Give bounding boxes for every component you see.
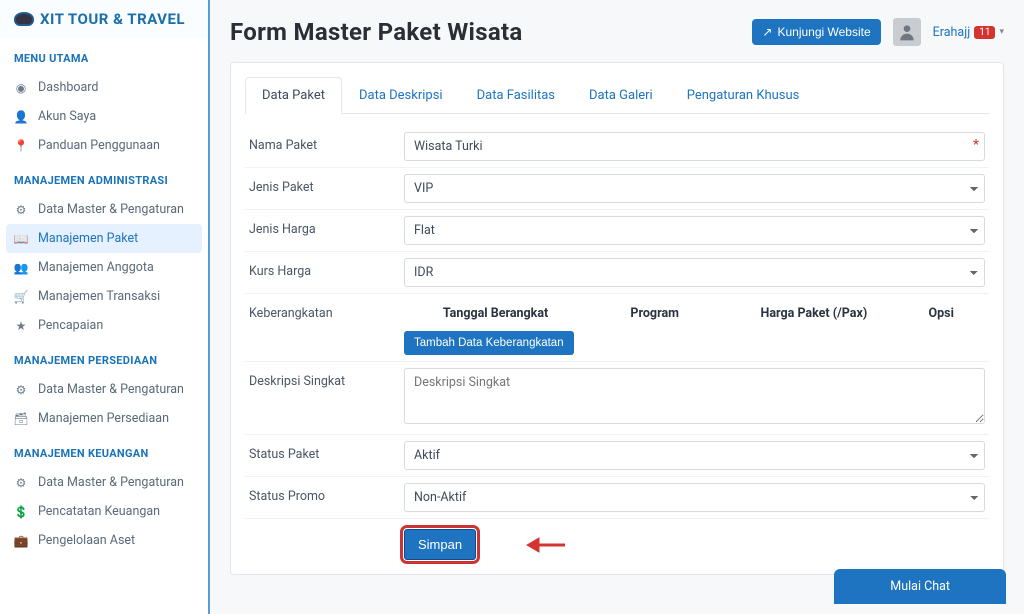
menu-icon: 📍 bbox=[14, 139, 28, 153]
menu-icon: 👥 bbox=[14, 261, 28, 275]
tabs: Data PaketData DeskripsiData FasilitasDa… bbox=[245, 77, 989, 114]
menu-label: Pencapaian bbox=[38, 318, 103, 333]
menu-icon: 💲 bbox=[14, 505, 28, 519]
tab[interactable]: Data Fasilitas bbox=[460, 77, 572, 114]
menu-label: Akun Saya bbox=[38, 109, 96, 124]
status-promo-select[interactable]: Non-Aktif bbox=[404, 483, 985, 512]
sidebar-item[interactable]: 👤 Akun Saya bbox=[0, 102, 208, 131]
menu-icon: 💼 bbox=[14, 534, 28, 548]
form-card: Data PaketData DeskripsiData FasilitasDa… bbox=[230, 62, 1004, 575]
menu-label: Data Master & Pengaturan bbox=[38, 202, 184, 217]
main-content: Form Master Paket Wisata ↗ Kunjungi Webs… bbox=[210, 0, 1024, 614]
page-title: Form Master Paket Wisata bbox=[230, 18, 523, 46]
visit-website-button[interactable]: ↗ Kunjungi Website bbox=[752, 19, 880, 45]
menu-icon: 👤 bbox=[14, 110, 28, 124]
menu-label: Dashboard bbox=[38, 80, 98, 95]
menu-section-title: MANAJEMEN ADMINISTRASI bbox=[0, 160, 208, 195]
sidebar: XIT TOUR & TRAVEL MENU UTAMA ◉ Dashboard 👤 A… bbox=[0, 0, 210, 614]
menu-label: Data Master & Pengaturan bbox=[38, 475, 184, 490]
menu-icon: ⚙ bbox=[14, 383, 28, 397]
menu-label: Pencatatan Keuangan bbox=[38, 504, 160, 519]
jenis-harga-select[interactable]: Flat bbox=[404, 216, 985, 245]
menu-icon: 📖 bbox=[14, 232, 28, 246]
deskripsi-textarea[interactable] bbox=[404, 368, 985, 424]
sidebar-item[interactable]: ◉ Dashboard bbox=[0, 73, 208, 102]
kurs-label: Kurs Harga bbox=[249, 258, 404, 279]
menu-label: Manajemen Paket bbox=[38, 231, 138, 246]
menu-section-title: MANAJEMEN KEUANGAN bbox=[0, 433, 208, 468]
sidebar-item[interactable]: 💼 Pengelolaan Aset bbox=[0, 526, 208, 555]
menu-label: Pengelolaan Aset bbox=[38, 533, 135, 548]
jenis-paket-label: Jenis Paket bbox=[249, 174, 404, 195]
jenis-paket-select[interactable]: VIP bbox=[404, 174, 985, 203]
status-promo-label: Status Promo bbox=[249, 483, 404, 504]
user-icon bbox=[897, 22, 917, 42]
tab[interactable]: Pengaturan Khusus bbox=[670, 77, 817, 114]
status-paket-label: Status Paket bbox=[249, 441, 404, 462]
menu-icon: ◉ bbox=[14, 81, 28, 95]
brand-icon bbox=[14, 12, 34, 26]
nama-paket-label: Nama Paket bbox=[249, 132, 404, 153]
avatar[interactable] bbox=[893, 18, 921, 46]
kurs-select[interactable]: IDR bbox=[404, 258, 985, 287]
deskripsi-label: Deskripsi Singkat bbox=[249, 368, 404, 389]
sidebar-item[interactable]: 👥 Manajemen Anggota bbox=[0, 253, 208, 282]
menu-icon: 🛒 bbox=[14, 290, 28, 304]
sidebar-item[interactable]: 🗃 Manajemen Persediaan bbox=[0, 404, 208, 433]
menu-icon: ⚙ bbox=[14, 476, 28, 490]
required-mark: * bbox=[973, 137, 979, 153]
simpan-button[interactable]: Simpan bbox=[404, 529, 476, 560]
menu-label: Panduan Penggunaan bbox=[38, 138, 160, 153]
sidebar-item[interactable]: 💲 Pencatatan Keuangan bbox=[0, 497, 208, 526]
sidebar-item[interactable]: ⚙ Data Master & Pengaturan bbox=[0, 468, 208, 497]
chevron-down-icon: ▾ bbox=[999, 27, 1004, 37]
menu-section-title: MENU UTAMA bbox=[0, 38, 208, 73]
arrow-annotation bbox=[525, 533, 567, 561]
menu-label: Manajemen Anggota bbox=[38, 260, 154, 275]
menu-label: Manajemen Transaksi bbox=[38, 289, 160, 304]
sidebar-item[interactable]: ★ Pencapaian bbox=[0, 311, 208, 340]
keberangkatan-label: Keberangkatan bbox=[249, 300, 404, 321]
status-paket-select[interactable]: Aktif bbox=[404, 441, 985, 470]
user-menu[interactable]: Erahajj 11 ▾ bbox=[933, 25, 1004, 40]
menu-icon: ★ bbox=[14, 319, 28, 333]
sidebar-item[interactable]: 🛒 Manajemen Transaksi bbox=[0, 282, 208, 311]
external-link-icon: ↗ bbox=[762, 25, 772, 39]
brand-text: XIT TOUR & TRAVEL bbox=[40, 10, 185, 28]
tab[interactable]: Data Paket bbox=[245, 77, 342, 114]
departure-table-header: Tanggal Berangkat Program Harga Paket (/… bbox=[404, 300, 985, 331]
tab[interactable]: Data Galeri bbox=[572, 77, 670, 114]
notification-badge: 11 bbox=[974, 26, 995, 39]
menu-section-title: MANAJEMEN PERSEDIAAN bbox=[0, 340, 208, 375]
menu-icon: 🗃 bbox=[14, 412, 28, 426]
sidebar-item[interactable]: ⚙ Data Master & Pengaturan bbox=[0, 195, 208, 224]
menu-label: Data Master & Pengaturan bbox=[38, 382, 184, 397]
jenis-harga-label: Jenis Harga bbox=[249, 216, 404, 237]
topbar: Form Master Paket Wisata ↗ Kunjungi Webs… bbox=[230, 18, 1004, 46]
chat-widget[interactable]: Mulai Chat bbox=[834, 569, 1006, 604]
menu-label: Manajemen Persediaan bbox=[38, 411, 169, 426]
tambah-keberangkatan-button[interactable]: Tambah Data Keberangkatan bbox=[404, 331, 574, 355]
sidebar-item[interactable]: 📍 Panduan Penggunaan bbox=[0, 131, 208, 160]
brand[interactable]: XIT TOUR & TRAVEL bbox=[0, 0, 208, 38]
tab[interactable]: Data Deskripsi bbox=[342, 77, 460, 114]
menu-icon: ⚙ bbox=[14, 203, 28, 217]
sidebar-item[interactable]: 📖 Manajemen Paket bbox=[6, 224, 202, 253]
sidebar-item[interactable]: ⚙ Data Master & Pengaturan bbox=[0, 375, 208, 404]
nama-paket-input[interactable] bbox=[404, 132, 985, 161]
